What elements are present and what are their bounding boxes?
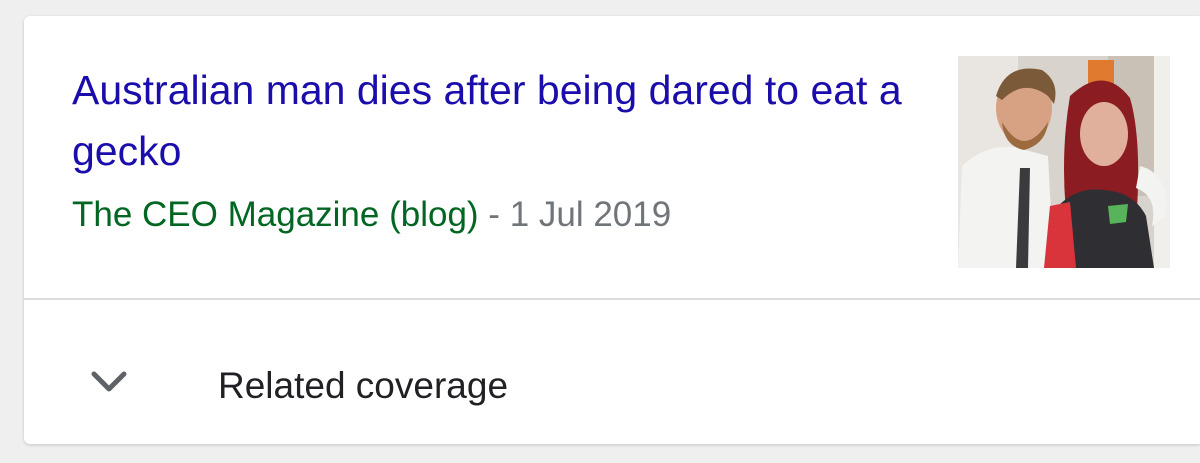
article-source: The CEO Magazine (blog) [72,195,479,234]
meta-separator: - [478,195,510,234]
related-coverage-toggle[interactable]: Related coverage [24,300,1200,444]
news-article-link[interactable]: Australian man dies after being dared to… [24,16,1200,298]
article-date: 1 Jul 2019 [509,195,672,234]
news-photo-thumbnail [958,56,1170,268]
article-headline[interactable]: Australian man dies after being dared to… [72,60,912,182]
article-thumbnail[interactable] [958,56,1170,268]
news-card: Australian man dies after being dared to… [24,16,1200,444]
chevron-down-icon[interactable] [90,370,128,394]
article-meta: The CEO Magazine (blog) - 1 Jul 2019 [72,192,671,238]
related-coverage-label[interactable]: Related coverage [218,364,508,408]
